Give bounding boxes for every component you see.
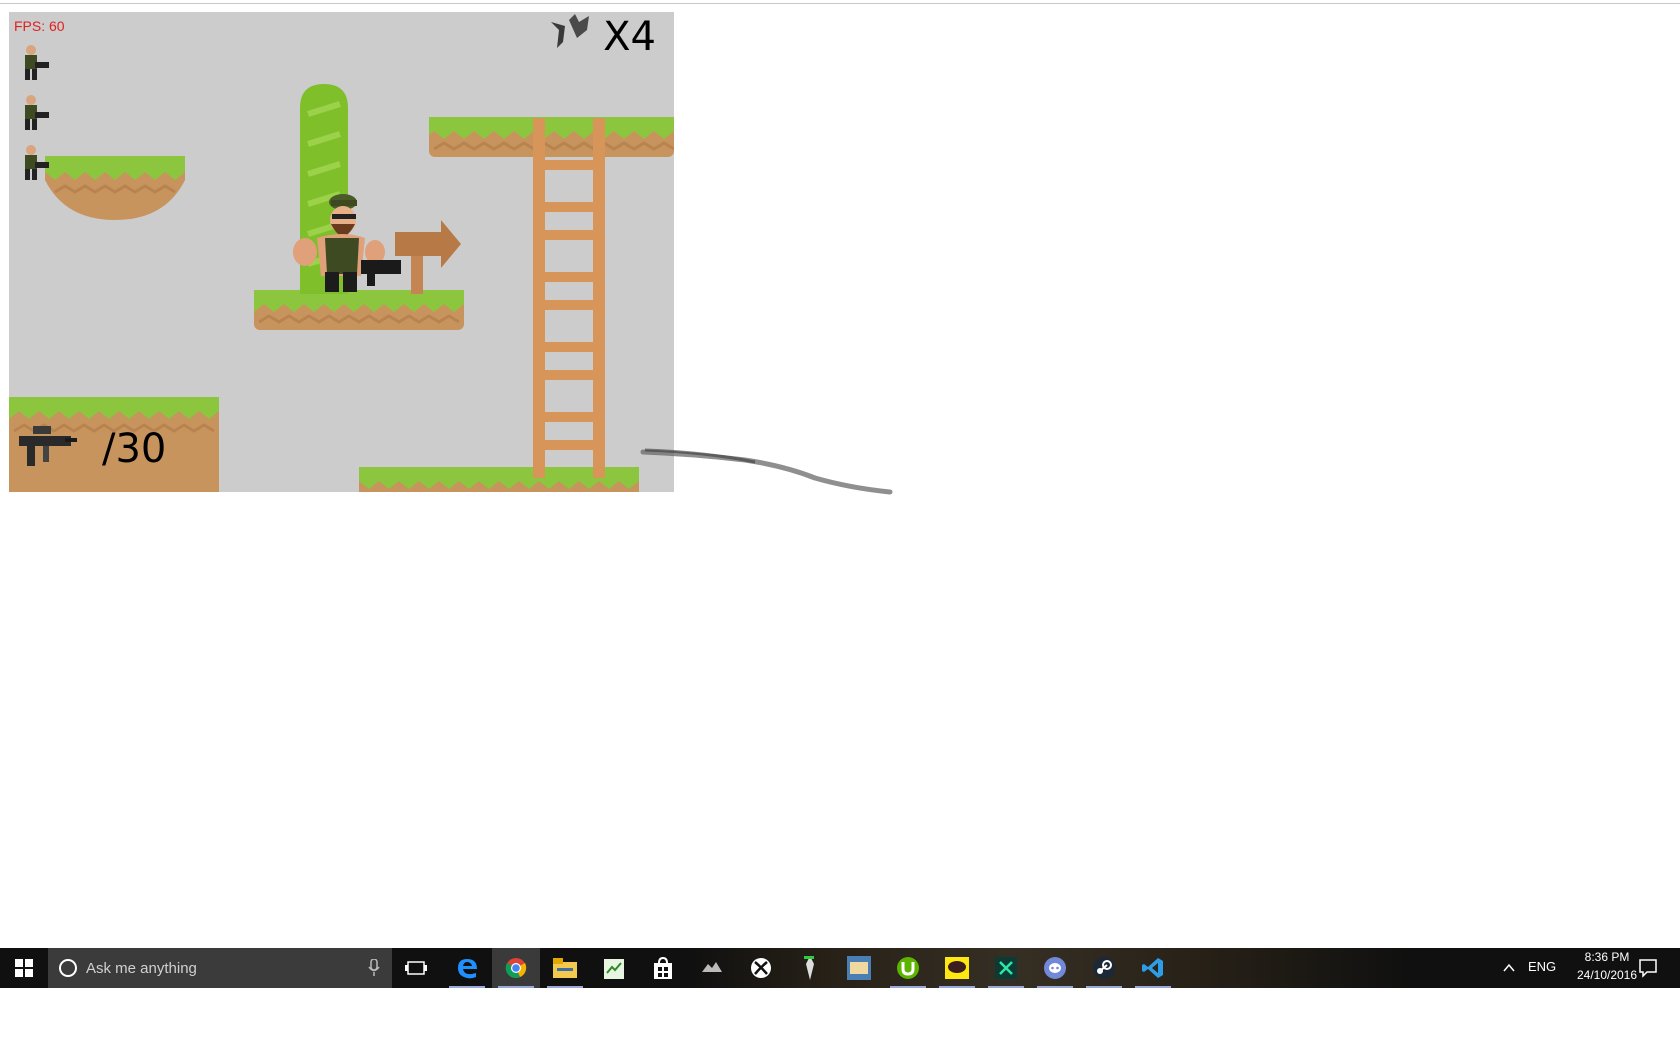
- floating-island-platform: [45, 156, 185, 220]
- app-button[interactable]: [786, 948, 834, 988]
- vscode-icon: [1142, 958, 1163, 978]
- steam-button[interactable]: [1080, 948, 1128, 988]
- life-icon: [25, 145, 49, 180]
- language-indicator[interactable]: ENG: [1528, 959, 1556, 974]
- window-top-border: [0, 3, 1680, 4]
- microphone-icon[interactable]: [368, 959, 380, 977]
- task-view-button[interactable]: [392, 948, 440, 988]
- xbox-icon: [751, 958, 771, 978]
- windows-taskbar: Ask me anything ENG 8:36 PM 24/10/2016: [0, 948, 1680, 988]
- ammo-counter: /30: [102, 426, 167, 472]
- edge-icon: [458, 959, 477, 979]
- cortana-icon: [59, 959, 77, 977]
- task-view-icon: [405, 961, 427, 975]
- app-icon: [804, 956, 814, 980]
- desktop-bottom-area: [0, 988, 1680, 1050]
- discord-button[interactable]: [1031, 948, 1079, 988]
- mail-app-button[interactable]: [835, 948, 883, 988]
- utorrent-button[interactable]: [884, 948, 932, 988]
- center-grass-platform: [254, 290, 464, 330]
- vscode-button[interactable]: [1129, 948, 1177, 988]
- file-explorer-icon: [553, 958, 577, 978]
- kakaotalk-icon: [945, 957, 969, 979]
- enemy-multiplier: X4: [603, 14, 656, 60]
- store-button[interactable]: [639, 948, 687, 988]
- fps-counter: FPS: 60: [14, 18, 65, 34]
- discord-icon: [1044, 957, 1066, 979]
- store-icon: [654, 957, 672, 979]
- kakaotalk-button[interactable]: [933, 948, 981, 988]
- start-button[interactable]: [0, 948, 48, 988]
- cortana-search-box[interactable]: Ask me anything: [48, 948, 392, 988]
- bat-enemy-icon: [551, 14, 589, 48]
- notepad-icon: [604, 959, 624, 979]
- mail-icon: [847, 956, 871, 980]
- file-explorer-button[interactable]: [541, 948, 589, 988]
- xbox-button[interactable]: [737, 948, 785, 988]
- clock-time[interactable]: 8:36 PM: [1571, 950, 1643, 964]
- game-icon: [702, 962, 722, 972]
- teal-app-button[interactable]: [982, 948, 1030, 988]
- wooden-ladder: [533, 118, 605, 478]
- utorrent-icon: [897, 957, 919, 979]
- commando-player-character[interactable]: [287, 190, 407, 294]
- life-icon: [25, 95, 49, 130]
- search-placeholder: Ask me anything: [86, 959, 197, 977]
- gun-ammo-icon: [19, 426, 77, 466]
- chrome-icon: [505, 958, 527, 978]
- edge-button[interactable]: [443, 948, 491, 988]
- chrome-button[interactable]: [492, 948, 540, 988]
- notepad-button[interactable]: [590, 948, 638, 988]
- steam-icon: [1093, 957, 1115, 979]
- life-icon: [25, 45, 49, 80]
- windows-logo-icon: [15, 959, 33, 977]
- teal-app-icon: [995, 957, 1017, 979]
- show-hidden-icons-chevron-icon[interactable]: [1502, 961, 1516, 975]
- brush-smudge: [640, 448, 893, 495]
- game-canvas[interactable]: FPS: 60 X4 /30: [9, 12, 674, 492]
- action-center-icon[interactable]: [1638, 958, 1658, 978]
- game-app-button[interactable]: [688, 948, 736, 988]
